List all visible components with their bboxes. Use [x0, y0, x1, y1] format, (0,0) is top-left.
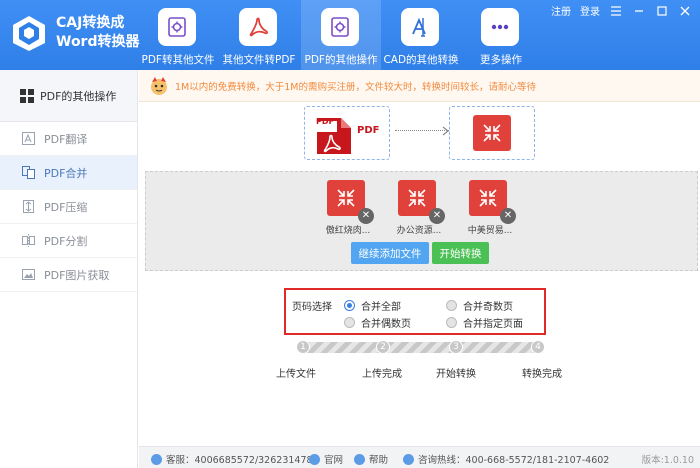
image-extract-icon [22, 269, 35, 280]
nav-label: 更多操作 [480, 54, 522, 66]
app-header: CAJ转换成 Word转换器 PDF转其他文件 其他文件转PDF PDF的其他操… [0, 0, 700, 70]
service-icon [151, 453, 162, 465]
pdf-gear-icon [321, 8, 359, 46]
radio-dot-selected [344, 300, 355, 311]
notice-bar: 1M以内的免费转换，大于1M的需购买注册，文件较大时，转换时间较长，请耐心等待 [139, 70, 700, 102]
remove-file-icon[interactable]: ✕ [429, 208, 445, 224]
radio-merge-custom[interactable]: 合并指定页面 [446, 315, 523, 330]
app-title-line1: CAJ转换成 [56, 15, 125, 31]
nav-pdf-other-ops[interactable]: PDF的其他操作 [301, 0, 381, 70]
radio-dot [344, 317, 355, 328]
app-title-line2: Word转换器 [56, 34, 140, 50]
start-convert-button[interactable]: 开始转换 [432, 242, 489, 264]
sidebar-header-label: PDF的其他操作 [40, 89, 117, 103]
menu-icon[interactable] [609, 5, 623, 17]
sidebar-item-label: PDF分割 [44, 234, 88, 248]
footer-help[interactable]: 帮助 [354, 452, 388, 466]
file-name: 办公资源... [396, 226, 442, 236]
remove-file-icon[interactable]: ✕ [358, 208, 374, 224]
progress-track [303, 342, 543, 353]
minimize-icon[interactable] [632, 5, 646, 17]
radio-merge-even[interactable]: 合并偶数页 [344, 315, 411, 330]
register-link[interactable]: 注册 [551, 3, 571, 18]
file-name: 傲红烧肉... [325, 226, 371, 236]
remove-file-icon[interactable]: ✕ [500, 208, 516, 224]
sidebar-item-label: PDF合并 [44, 166, 88, 180]
sidebar-item-translate[interactable]: PDF翻译 [0, 122, 137, 156]
sidebar-item-image-extract[interactable]: PDF图片获取 [0, 258, 137, 292]
radio-label: 合并奇数页 [463, 302, 513, 313]
app-title: CAJ转换成 Word转换器 [56, 14, 140, 52]
sidebar-item-merge[interactable]: PDF合并 [0, 156, 137, 190]
help-text: 帮助 [369, 455, 389, 466]
step-1-label: 上传文件 [276, 369, 316, 380]
top-links: 注册 登录 [551, 3, 692, 18]
radio-dot [446, 317, 457, 328]
phone-icon [403, 453, 414, 465]
split-icon [22, 234, 35, 247]
site-text: 官网 [324, 455, 344, 466]
step-3-badge: 3 [449, 340, 463, 354]
version-label: 版本:1.0.10 [641, 455, 694, 466]
mascot-icon [151, 77, 167, 95]
step-2-badge: 2 [376, 340, 390, 354]
nav-cad-convert[interactable]: CAD的其他转换 [381, 0, 461, 70]
hotline-text: 咨询热线：400-668-5572/181-2107-4602 [418, 455, 610, 466]
status-footer: 客服：4006685572/326231478 官网 帮助 咨询热线：400-6… [139, 446, 700, 468]
help-icon [354, 453, 365, 465]
translate-icon [22, 132, 35, 145]
sidebar: PDF的其他操作 PDF翻译 PDF合并 PDF压缩 PDF分割 PDF图片获取 [0, 70, 138, 468]
windows-grid-icon [20, 88, 34, 103]
footer-service: 客服：4006685572/326231478 [151, 452, 313, 466]
step-4-badge: 4 [531, 340, 545, 354]
notice-text: 1M以内的免费转换，大于1M的需购买注册，文件较大时，转换时间较长，请耐心等待 [175, 82, 536, 93]
merge-icon [22, 166, 35, 179]
sidebar-item-split[interactable]: PDF分割 [0, 224, 137, 258]
radio-dot [446, 300, 457, 311]
sidebar-item-label: PDF图片获取 [44, 268, 110, 282]
pdf-file-label: PDF [316, 117, 334, 126]
globe-icon [309, 453, 320, 465]
radio-label: 合并指定页面 [463, 319, 523, 330]
step-1-badge: 1 [296, 340, 310, 354]
nav-label: PDF转其他文件 [141, 54, 215, 66]
file-name: 中美贸易... [467, 226, 513, 236]
sidebar-item-compress[interactable]: PDF压缩 [0, 190, 137, 224]
more-dots-icon [481, 8, 519, 46]
footer-site[interactable]: 官网 [309, 452, 343, 466]
radio-label: 合并全部 [361, 302, 401, 313]
service-text: 客服：4006685572/326231478 [166, 455, 313, 466]
step-4-label: 转换完成 [522, 369, 562, 380]
sidebar-header: PDF的其他操作 [0, 70, 137, 122]
pdf-gear-icon [158, 8, 196, 46]
radio-merge-odd[interactable]: 合并奇数页 [446, 298, 513, 313]
step-3-label: 开始转换 [436, 369, 476, 380]
close-icon[interactable] [678, 5, 692, 17]
sidebar-item-label: PDF压缩 [44, 200, 88, 214]
cad-icon [401, 8, 439, 46]
nav-label: PDF的其他操作 [304, 54, 378, 66]
login-link[interactable]: 登录 [580, 3, 600, 18]
pdf-format-label: PDF [357, 125, 380, 136]
compress-icon [23, 200, 34, 213]
nav-pdf-to-other[interactable]: PDF转其他文件 [138, 0, 218, 70]
acrobat-icon [239, 8, 277, 46]
nav-label: CAD的其他转换 [383, 54, 459, 66]
radio-merge-all[interactable]: 合并全部 [344, 298, 401, 313]
page-selection-label: 页码选择 [292, 302, 332, 313]
sidebar-item-label: PDF翻译 [44, 132, 88, 146]
radio-label: 合并偶数页 [361, 319, 411, 330]
nav-label: 其他文件转PDF [222, 54, 296, 66]
add-more-files-button[interactable]: 继续添加文件 [351, 242, 429, 264]
step-2-label: 上传完成 [362, 369, 402, 380]
nav-more[interactable]: 更多操作 [461, 0, 541, 70]
flow-arrow [395, 130, 449, 132]
page-selection-panel: 页码选择 合并全部 合并奇数页 合并偶数页 合并指定页面 [284, 288, 546, 335]
footer-hotline: 咨询热线：400-668-5572/181-2107-4602 [403, 452, 609, 466]
app-logo-icon [10, 14, 48, 52]
maximize-icon[interactable] [655, 5, 669, 17]
nav-other-to-pdf[interactable]: 其他文件转PDF [219, 0, 299, 70]
merge-output-icon [473, 115, 511, 151]
